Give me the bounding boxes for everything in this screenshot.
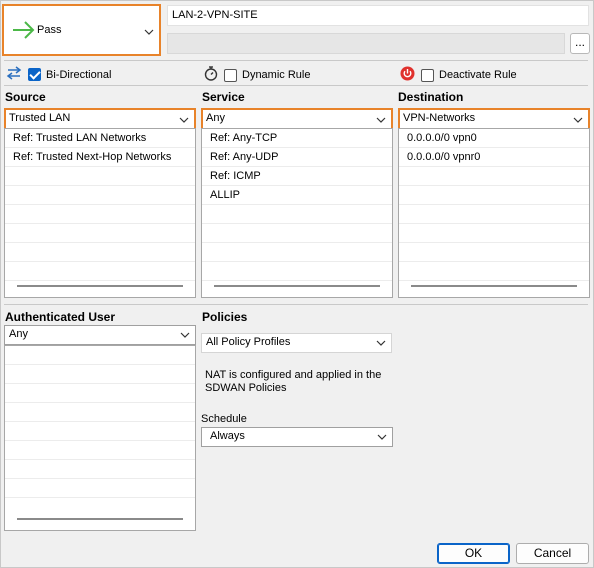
list-item	[5, 224, 195, 243]
chevron-down-icon	[573, 117, 583, 123]
list-item	[202, 224, 392, 243]
ok-button[interactable]: OK	[437, 543, 510, 564]
bidirectional-checkbox[interactable]	[28, 68, 41, 81]
list-item	[5, 346, 195, 365]
rule-comment-field[interactable]	[167, 33, 565, 54]
auth-user-dropdown[interactable]: Any	[4, 325, 196, 345]
service-title: Service	[202, 90, 245, 104]
auth-user-selected: Any	[9, 328, 28, 340]
list-item[interactable]: Ref: Trusted LAN Networks	[5, 129, 195, 148]
service-list[interactable]: Ref: Any-TCP Ref: Any-UDP Ref: ICMP ALLI…	[201, 128, 393, 298]
divider	[4, 304, 588, 305]
list-item	[5, 384, 195, 403]
list-item	[5, 186, 195, 205]
list-item[interactable]: Ref: Any-UDP	[202, 148, 392, 167]
list-item	[5, 441, 195, 460]
list-item[interactable]: 0.0.0.0/0 vpn0	[399, 129, 589, 148]
auth-user-list[interactable]	[4, 345, 196, 531]
auth-user-title: Authenticated User	[5, 310, 116, 324]
horizontal-scrollbar[interactable]	[17, 518, 183, 520]
rule-name-field[interactable]: LAN-2-VPN-SITE	[167, 5, 589, 26]
list-item	[399, 186, 589, 205]
destination-selected: VPN-Networks	[403, 112, 476, 124]
chevron-down-icon	[179, 117, 189, 123]
destination-title: Destination	[398, 90, 464, 104]
list-item	[399, 243, 589, 262]
list-item	[399, 167, 589, 186]
more-button[interactable]: ...	[570, 33, 590, 54]
action-dropdown[interactable]: Pass	[2, 4, 161, 56]
service-selected: Any	[206, 112, 225, 124]
list-item[interactable]: Ref: ICMP	[202, 167, 392, 186]
deactivate-rule-checkbox[interactable]	[421, 68, 434, 82]
list-item	[202, 205, 392, 224]
cancel-button[interactable]: Cancel	[516, 543, 589, 564]
action-value: Pass	[37, 24, 62, 36]
pass-arrow-icon	[12, 21, 36, 42]
bidirectional-label: Bi-Directional	[46, 68, 112, 81]
source-title: Source	[5, 90, 46, 104]
chevron-down-icon	[180, 332, 190, 338]
list-item	[5, 205, 195, 224]
list-item	[5, 167, 195, 186]
list-item[interactable]: 0.0.0.0/0 vpnr0	[399, 148, 589, 167]
dynamic-rule-checkbox[interactable]	[224, 68, 237, 82]
divider	[4, 85, 588, 86]
dynamic-rule-label: Dynamic Rule	[242, 69, 311, 81]
source-dropdown[interactable]: Trusted LAN	[4, 108, 196, 130]
list-item[interactable]: Ref: Trusted Next-Hop Networks	[5, 148, 195, 167]
policy-profile-dropdown[interactable]: All Policy Profiles	[201, 333, 392, 353]
list-item	[5, 479, 195, 498]
list-item	[5, 365, 195, 384]
chevron-down-icon	[376, 340, 386, 346]
list-item	[5, 460, 195, 479]
destination-dropdown[interactable]: VPN-Networks	[398, 108, 590, 130]
horizontal-scrollbar[interactable]	[214, 285, 380, 287]
deactivate-rule-label: Deactivate Rule	[439, 69, 517, 81]
list-item	[399, 224, 589, 243]
source-selected: Trusted LAN	[9, 112, 71, 124]
chevron-down-icon	[376, 117, 386, 123]
chevron-down-icon	[377, 434, 387, 440]
schedule-selected: Always	[210, 430, 245, 442]
divider	[4, 60, 588, 61]
source-list[interactable]: Ref: Trusted LAN Networks Ref: Trusted N…	[4, 128, 196, 298]
power-icon	[400, 66, 415, 84]
horizontal-scrollbar[interactable]	[17, 285, 183, 287]
list-item[interactable]: Ref: Any-TCP	[202, 129, 392, 148]
list-item	[202, 243, 392, 262]
list-item	[5, 403, 195, 422]
list-item	[202, 262, 392, 281]
list-item	[399, 262, 589, 281]
policies-title: Policies	[202, 310, 248, 324]
bidirectional-arrows-icon	[6, 66, 22, 83]
list-item	[5, 262, 195, 281]
nat-note: NAT is configured and applied in the SDW…	[205, 369, 382, 394]
list-item	[5, 243, 195, 262]
policy-profile-selected: All Policy Profiles	[206, 336, 291, 348]
chevron-down-icon	[144, 29, 154, 35]
service-dropdown[interactable]: Any	[201, 108, 393, 130]
horizontal-scrollbar[interactable]	[411, 285, 577, 287]
list-item	[5, 422, 195, 441]
schedule-dropdown[interactable]: Always	[201, 427, 393, 447]
schedule-label: Schedule	[201, 413, 247, 425]
destination-list[interactable]: 0.0.0.0/0 vpn0 0.0.0.0/0 vpnr0	[398, 128, 590, 298]
list-item[interactable]: ALLIP	[202, 186, 392, 205]
list-item	[399, 205, 589, 224]
stopwatch-icon	[204, 66, 218, 84]
